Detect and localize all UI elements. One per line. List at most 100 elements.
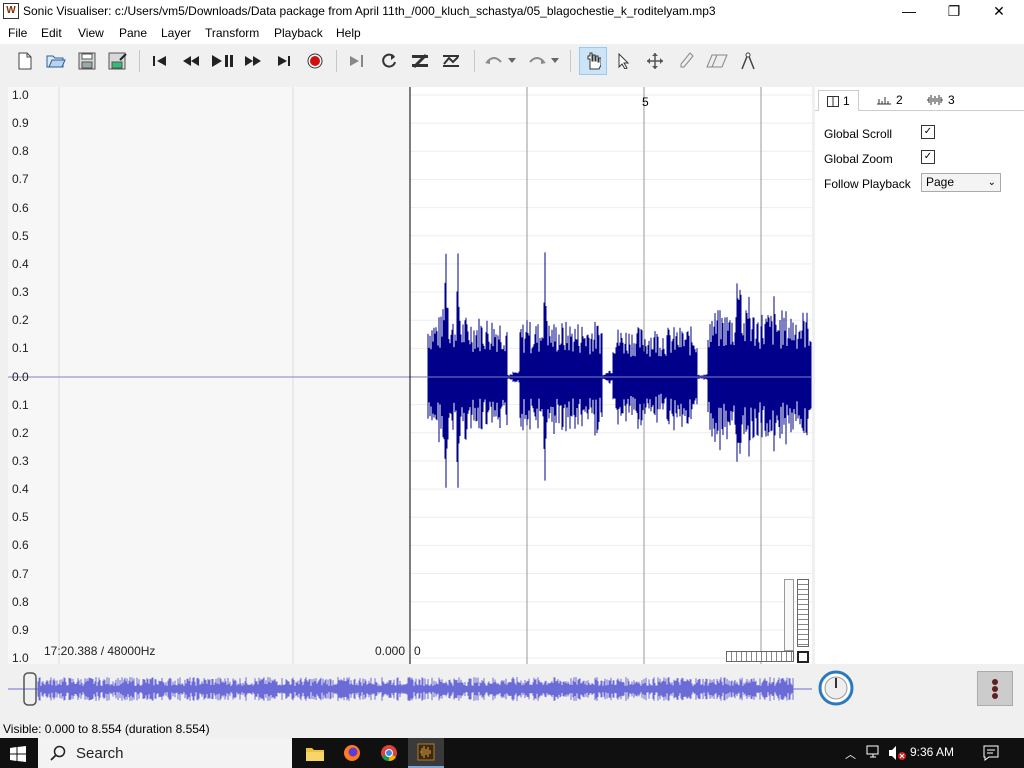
overview-pane[interactable] xyxy=(8,667,812,712)
measure-tool-icon[interactable] xyxy=(736,49,760,73)
scale-label: 0.3 xyxy=(12,453,29,468)
follow-playback-value: Page xyxy=(926,175,955,189)
undo-icon[interactable] xyxy=(482,49,506,73)
minimize-button[interactable]: — xyxy=(886,0,932,23)
taskbar: Search ︿ 9:36 AM xyxy=(0,738,1024,768)
open-file-icon[interactable] xyxy=(44,49,68,73)
scale-label: 0.9 xyxy=(12,622,29,637)
scale-label: 1.0 xyxy=(12,651,29,664)
scale-label: 0.6 xyxy=(12,538,29,553)
property-tab-2[interactable]: 2 xyxy=(876,90,903,110)
scale-label: 0.1 xyxy=(12,341,29,356)
vertical-zoom-track[interactable] xyxy=(784,579,794,651)
horizontal-zoom-wheel[interactable] xyxy=(726,651,794,662)
menu-layer[interactable]: Layer xyxy=(161,26,191,40)
scale-label: 1.0 xyxy=(12,88,29,102)
loop-icon[interactable] xyxy=(377,49,401,73)
title-bar: W Sonic Visualiser: c:/Users/vm5/Downloa… xyxy=(0,0,1024,23)
file-explorer-icon[interactable] xyxy=(297,738,333,768)
windows-start-icon[interactable] xyxy=(10,746,26,765)
navigate-tool-icon[interactable] xyxy=(579,47,607,75)
menu-bar: File Edit View Pane Layer Transform Play… xyxy=(0,23,1024,44)
chrome-icon[interactable] xyxy=(371,738,407,768)
taskbar-search-placeholder: Search xyxy=(76,744,124,762)
scale-label: 0.8 xyxy=(12,144,29,159)
scale-label: 0.9 xyxy=(12,116,29,131)
undo-dropdown-icon[interactable] xyxy=(505,49,519,73)
menu-edit[interactable]: Edit xyxy=(41,26,62,40)
menu-help[interactable]: Help xyxy=(336,26,361,40)
fast-forward-icon[interactable] xyxy=(241,49,265,73)
cursor-time: 0.000 xyxy=(375,644,406,658)
scale-label: 0.5 xyxy=(12,228,29,243)
status-bar: Visible: 0.000 to 8.554 (duration 8.554) xyxy=(0,719,1024,737)
save-file-icon[interactable] xyxy=(75,49,99,73)
menu-view[interactable]: View xyxy=(78,26,104,40)
tray-expand-icon[interactable]: ︿ xyxy=(845,746,856,762)
waveform xyxy=(410,252,812,488)
menu-transform[interactable]: Transform xyxy=(205,26,259,40)
playback-speed-dial[interactable] xyxy=(818,670,854,706)
play-pause-icon[interactable] xyxy=(210,49,234,73)
global-scroll-checkbox[interactable]: ✓ xyxy=(921,125,935,139)
solo-icon[interactable] xyxy=(408,49,432,73)
waveform-icon xyxy=(927,95,943,105)
new-file-icon[interactable] xyxy=(13,49,37,73)
scale-label: 0.4 xyxy=(12,482,29,497)
rewind-icon[interactable] xyxy=(179,49,203,73)
menu-pane[interactable]: Pane xyxy=(119,26,147,40)
property-tab-1[interactable]: 1 xyxy=(818,90,859,111)
search-icon xyxy=(50,745,66,761)
draw-tool-icon[interactable] xyxy=(674,49,698,73)
scale-label: 0.7 xyxy=(12,566,29,581)
menu-playback[interactable]: Playback xyxy=(274,26,323,40)
status-text: Visible: 0.000 to 8.554 (duration 8.554) xyxy=(3,722,210,736)
chevron-down-icon: ⌄ xyxy=(987,177,996,188)
scale-label: 0.8 xyxy=(12,594,29,609)
scale-label: 0.4 xyxy=(12,256,29,271)
volume-muted-icon[interactable] xyxy=(888,745,906,764)
overview-canvas xyxy=(8,672,812,706)
global-zoom-checkbox[interactable]: ✓ xyxy=(921,150,935,164)
toolbar xyxy=(0,44,1024,78)
network-icon[interactable] xyxy=(866,745,882,762)
redo-icon[interactable] xyxy=(525,49,549,73)
align-icon[interactable] xyxy=(439,49,463,73)
position-info: 17:20.388 / 48000Hz xyxy=(44,644,156,658)
property-tab-3-label: 3 xyxy=(948,93,955,107)
global-scroll-label: Global Scroll xyxy=(824,127,893,141)
close-button[interactable]: ✕ xyxy=(976,0,1022,23)
maximize-button[interactable]: ❐ xyxy=(931,0,977,23)
notifications-icon[interactable] xyxy=(983,745,999,764)
redo-dropdown-icon[interactable] xyxy=(548,49,562,73)
taskbar-clock: 9:36 AM xyxy=(910,745,955,759)
taskbar-search[interactable]: Search xyxy=(38,738,292,768)
follow-playback-label: Follow Playback xyxy=(824,177,911,191)
scale-label: 0.1 xyxy=(12,397,29,412)
move-tool-icon[interactable] xyxy=(643,49,667,73)
waveform-canvas xyxy=(8,87,812,664)
zoom-reset-button[interactable] xyxy=(797,651,809,663)
waveform-pane[interactable]: 1.0 0.9 0.8 0.7 0.6 0.5 0.4 0.3 0.2 0.1 0.0 0.1 0.2 0… xyxy=(8,87,812,664)
save-as-icon[interactable] xyxy=(106,49,130,73)
select-tool-icon[interactable] xyxy=(612,49,636,73)
level-meter-icon[interactable] xyxy=(977,671,1013,706)
firefox-icon[interactable] xyxy=(334,738,370,768)
pane-icon xyxy=(827,95,839,107)
follow-playback-select[interactable]: Page ⌄ xyxy=(921,173,1001,192)
property-tab-3[interactable]: 3 xyxy=(926,90,955,110)
property-tab-1-label: 1 xyxy=(843,94,850,108)
scale-label: 0.6 xyxy=(12,200,29,215)
sonic-visualiser-icon[interactable] xyxy=(408,738,444,768)
scale-label: 0.3 xyxy=(12,285,29,300)
property-tab-2-label: 2 xyxy=(896,93,903,107)
constrain-selection-icon[interactable] xyxy=(346,49,370,73)
rewind-start-icon[interactable] xyxy=(148,49,172,73)
global-zoom-label: Global Zoom xyxy=(824,152,893,166)
frame-label: 0 xyxy=(414,644,421,658)
fast-forward-end-icon[interactable] xyxy=(272,49,296,73)
menu-file[interactable]: File xyxy=(8,26,27,40)
vertical-zoom-wheel[interactable] xyxy=(797,579,809,647)
record-icon[interactable] xyxy=(303,49,327,73)
erase-tool-icon[interactable] xyxy=(705,49,729,73)
